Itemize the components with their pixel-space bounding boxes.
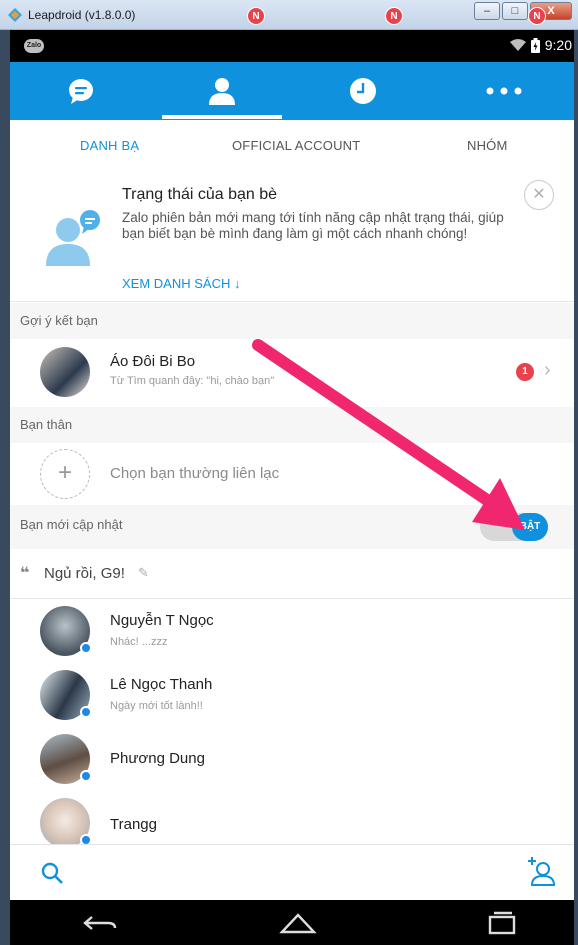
contact-row[interactable]: Lê Ngọc Thanh Ngày mới tốt lành!! bbox=[10, 664, 574, 728]
subtab-official-account[interactable]: OFFICIAL ACCOUNT bbox=[232, 138, 360, 153]
quote-icon: ❝ bbox=[20, 565, 30, 582]
main-tab-bar: N N N bbox=[10, 7, 574, 120]
suggested-friend-row[interactable]: Áo Đôi Bi Bo Từ Tìm quanh đây: "hi, chào… bbox=[10, 339, 574, 407]
edit-pencil-icon[interactable]: ✎ bbox=[138, 565, 149, 581]
contact-row[interactable]: Nguyễn T Ngọc Nhác! ...zzz bbox=[10, 600, 574, 664]
maximize-button[interactable]: □ bbox=[502, 2, 528, 20]
timeline-new-badge: N bbox=[385, 7, 403, 25]
online-status-dot bbox=[80, 770, 92, 782]
search-icon[interactable] bbox=[40, 861, 64, 885]
suggestion-count-badge: 1 bbox=[516, 363, 534, 381]
my-status-text: Ngủ rồi, G9! bbox=[44, 565, 125, 582]
friend-status-banner: Trạng thái của bạn bè Zalo phiên bản mới… bbox=[10, 172, 574, 302]
more-icon bbox=[486, 87, 521, 95]
view-list-link[interactable]: XEM DANH SÁCH ↓ bbox=[122, 276, 240, 291]
wifi-icon bbox=[509, 39, 526, 51]
section-close-friends: Bạn thân bbox=[10, 407, 574, 443]
back-icon bbox=[83, 916, 117, 930]
online-status-dot bbox=[80, 706, 92, 718]
home-icon bbox=[279, 913, 317, 934]
section-label: Bạn mới cập nhật bbox=[20, 517, 123, 532]
tab-timeline[interactable]: N bbox=[292, 7, 433, 120]
more-new-badge: N bbox=[528, 7, 546, 25]
window-right-border bbox=[574, 30, 578, 945]
choose-close-friends-row[interactable]: + Chọn bạn thường liên lạc bbox=[10, 443, 574, 505]
clock-icon bbox=[349, 78, 376, 104]
contacts-subtabs: DANH BẠ OFFICIAL ACCOUNT NHÓM bbox=[10, 120, 574, 172]
contact-status: Ngày mới tốt lành!! bbox=[110, 700, 203, 712]
close-icon: ✕ bbox=[532, 186, 546, 203]
chevron-right-icon: › bbox=[544, 359, 551, 381]
home-button[interactable] bbox=[268, 908, 328, 938]
banner-description: Zalo phiên bản mới mang tới tính năng cậ… bbox=[122, 210, 504, 241]
contact-name: Nguyễn T Ngọc bbox=[110, 612, 214, 629]
subtab-groups[interactable]: NHÓM bbox=[467, 138, 508, 153]
contact-name: Lê Ngọc Thanh bbox=[110, 676, 213, 693]
online-status-dot bbox=[80, 834, 92, 844]
updates-toggle[interactable]: BẬT bbox=[480, 513, 548, 541]
contacts-list: Trạng thái của bạn bè Zalo phiên bản mới… bbox=[10, 172, 574, 844]
section-friend-suggestions: Gợi ý kết bạn bbox=[10, 303, 574, 339]
contacts-new-badge: N bbox=[247, 7, 265, 25]
back-button[interactable] bbox=[70, 908, 130, 938]
online-status-dot bbox=[80, 642, 92, 654]
banner-title: Trạng thái của bạn bè bbox=[122, 186, 278, 203]
section-label: Bạn thân bbox=[20, 417, 73, 432]
contact-row[interactable]: Trangg bbox=[10, 792, 574, 844]
toggle-on-label: BẬT bbox=[512, 513, 548, 541]
tab-more[interactable]: N bbox=[433, 7, 574, 120]
contact-status: Nhác! ...zzz bbox=[110, 636, 168, 648]
add-friend-icon[interactable] bbox=[526, 855, 558, 887]
battery-icon bbox=[530, 37, 540, 53]
zalo-notification-icon: Zalo bbox=[24, 39, 44, 53]
contacts-icon bbox=[208, 78, 235, 105]
emulator-titlebar: Leapdroid (v1.8.0.0) – □ X bbox=[0, 0, 578, 30]
add-icon: + bbox=[40, 449, 90, 499]
close-banner-button[interactable]: ✕ bbox=[524, 180, 554, 210]
contact-row[interactable]: Phương Dung bbox=[10, 728, 574, 792]
leapdroid-logo-icon bbox=[8, 8, 22, 22]
contact-name: Phương Dung bbox=[110, 750, 205, 767]
bottom-toolbar bbox=[10, 844, 574, 900]
suggested-friend-name: Áo Đôi Bi Bo bbox=[110, 353, 196, 370]
section-new-updates: Bạn mới cập nhật BẬT bbox=[10, 505, 574, 549]
my-status-row[interactable]: ❝ Ngủ rồi, G9! ✎ bbox=[10, 549, 574, 599]
android-status-bar: Zalo 9:20 bbox=[10, 30, 574, 62]
suggested-friend-source: Từ Tìm quanh đây: "hi, chào bạn" bbox=[110, 375, 275, 387]
emulator-title: Leapdroid (v1.8.0.0) bbox=[28, 8, 136, 22]
subtab-contacts[interactable]: DANH BẠ bbox=[80, 138, 139, 153]
chat-icon bbox=[68, 79, 93, 104]
contact-name: Trangg bbox=[110, 816, 157, 833]
section-label: Gợi ý kết bạn bbox=[20, 313, 98, 328]
recent-apps-icon bbox=[488, 911, 516, 935]
choose-close-friends-prompt: Chọn bạn thường liên lạc bbox=[110, 465, 280, 482]
active-tab-indicator bbox=[162, 115, 282, 119]
android-nav-bar bbox=[10, 900, 574, 945]
clock-time: 9:20 bbox=[544, 37, 572, 53]
tab-contacts[interactable]: N bbox=[151, 7, 292, 120]
window-left-border bbox=[0, 30, 10, 945]
recent-apps-button[interactable] bbox=[472, 908, 532, 938]
friend-status-illustration-icon bbox=[46, 210, 100, 266]
minimize-button[interactable]: – bbox=[474, 2, 500, 20]
tab-messages[interactable] bbox=[10, 62, 151, 120]
avatar bbox=[40, 347, 90, 397]
